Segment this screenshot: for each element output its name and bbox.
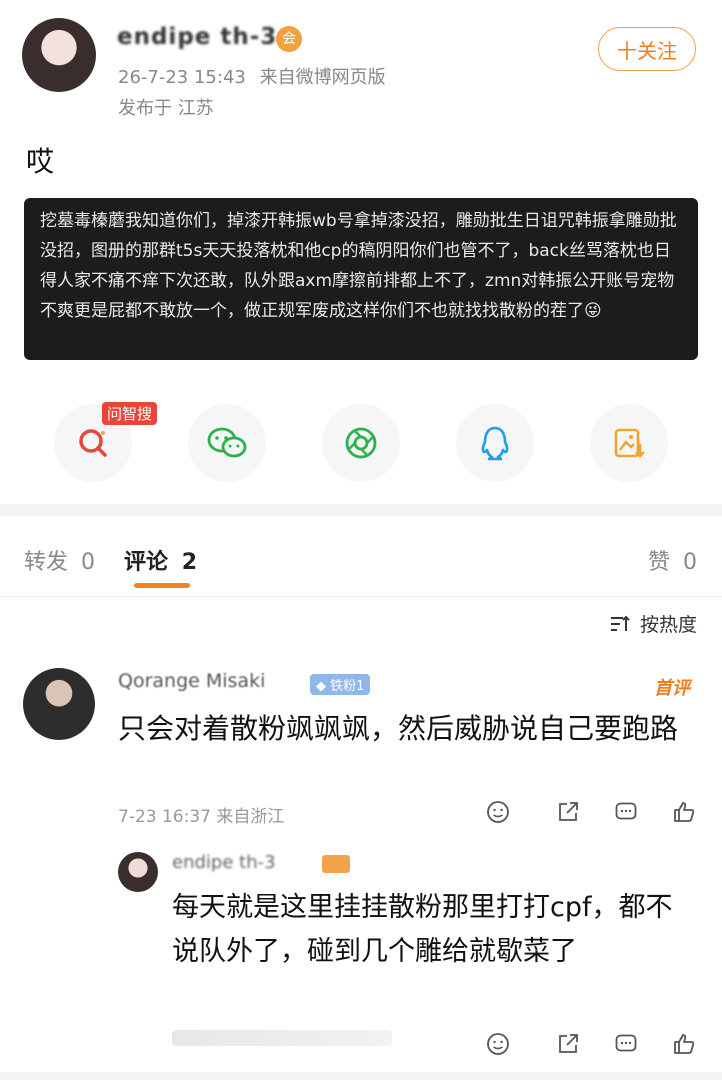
tab-repost[interactable]: 转发 0: [24, 544, 95, 576]
replier-badge: [322, 855, 350, 873]
share-icon: [559, 802, 578, 821]
replier-avatar[interactable]: [118, 852, 158, 892]
comment-emoji-button[interactable]: [486, 800, 510, 828]
smart-search-icon: [79, 429, 107, 457]
reply-emoji-button[interactable]: [486, 1032, 510, 1060]
wechat-icon: [207, 427, 247, 458]
comment-icon: [615, 802, 637, 820]
comment-share-button[interactable]: [556, 800, 580, 828]
replier-name[interactable]: endipe th‑3: [172, 852, 276, 873]
comment-icon: [615, 1034, 637, 1052]
post-meta: 26-7-23 15:43 来自微博网页版: [118, 63, 386, 89]
tab-repost-count: 0: [81, 550, 96, 575]
tab-active-indicator: [134, 583, 190, 588]
sort-label: 按热度: [640, 614, 698, 636]
wechat-share-button[interactable]: [188, 404, 266, 482]
moments-icon: [345, 427, 377, 459]
thumbs-up-icon: [674, 1034, 695, 1054]
emoji-icon: [487, 1033, 509, 1055]
post-location: 发布于 江苏: [118, 98, 214, 119]
follow-button[interactable]: 十关注: [598, 27, 696, 71]
bottom-divider: [0, 1072, 722, 1080]
moments-share-button[interactable]: [322, 404, 400, 482]
poster-username[interactable]: endipe th‑3: [117, 24, 277, 50]
fan-badge-label: 铁粉1: [330, 679, 365, 694]
sort-by-hot-button[interactable]: 按热度: [610, 610, 697, 637]
reply-text: 每天就是这里挂挂散粉那里打打cpf，都不说队外了，碰到几个雕给就歇菜了: [172, 892, 673, 967]
qq-icon: [481, 426, 509, 461]
comment-like-button[interactable]: [672, 800, 696, 828]
tabs-divider: [0, 596, 722, 597]
reply-share-button[interactable]: [556, 1032, 580, 1060]
reply-meta-redacted: [172, 1030, 392, 1046]
section-divider: [0, 504, 722, 516]
post-source: 来自微博网页版: [259, 67, 386, 88]
thumbs-up-icon: [674, 802, 695, 822]
post-text: 哎: [26, 145, 55, 178]
fan-badge: ◆ 铁粉1: [310, 674, 371, 695]
share-icon: [559, 1034, 578, 1053]
save-image-icon: [614, 428, 645, 458]
comment-reply-button[interactable]: [614, 800, 638, 828]
first-comment-tag: 首评: [654, 678, 690, 699]
tab-comments-count: 2: [181, 550, 197, 575]
diamond-icon: ◆: [316, 679, 326, 694]
reply-like-button[interactable]: [672, 1032, 696, 1060]
tab-likes-label: 赞: [648, 550, 671, 575]
tab-comments[interactable]: 评论 2: [124, 544, 197, 576]
tab-comments-label: 评论: [124, 550, 169, 575]
commenter-name[interactable]: Qorange Misaki: [118, 670, 265, 692]
qq-share-button[interactable]: [456, 404, 534, 482]
quoted-text-block: 挖墓毒榛蘑我知道你们，掉漆开韩振wb号拿掉漆没招，雕勋批生日诅咒韩振拿雕勋批没招…: [24, 198, 698, 360]
emoji-icon: [487, 801, 509, 823]
commenter-avatar[interactable]: [23, 668, 95, 740]
poster-avatar[interactable]: [22, 18, 96, 92]
sort-icon: [611, 615, 630, 631]
tab-repost-label: 转发: [24, 550, 69, 575]
vip-badge: 会: [276, 26, 302, 52]
comment-text: 只会对着散粉飒飒飒，然后威胁说自己要跑路: [118, 712, 679, 745]
save-image-button[interactable]: [590, 404, 668, 482]
reply-comment-button[interactable]: [614, 1032, 638, 1060]
tab-likes[interactable]: 赞 0: [648, 544, 697, 576]
tab-likes-count: 0: [683, 550, 698, 575]
post-timestamp: 26-7-23 15:43: [118, 67, 246, 88]
smart-search-badge: 问智搜: [102, 402, 158, 425]
comment-meta: 7-23 16:37 来自浙江: [118, 807, 285, 827]
